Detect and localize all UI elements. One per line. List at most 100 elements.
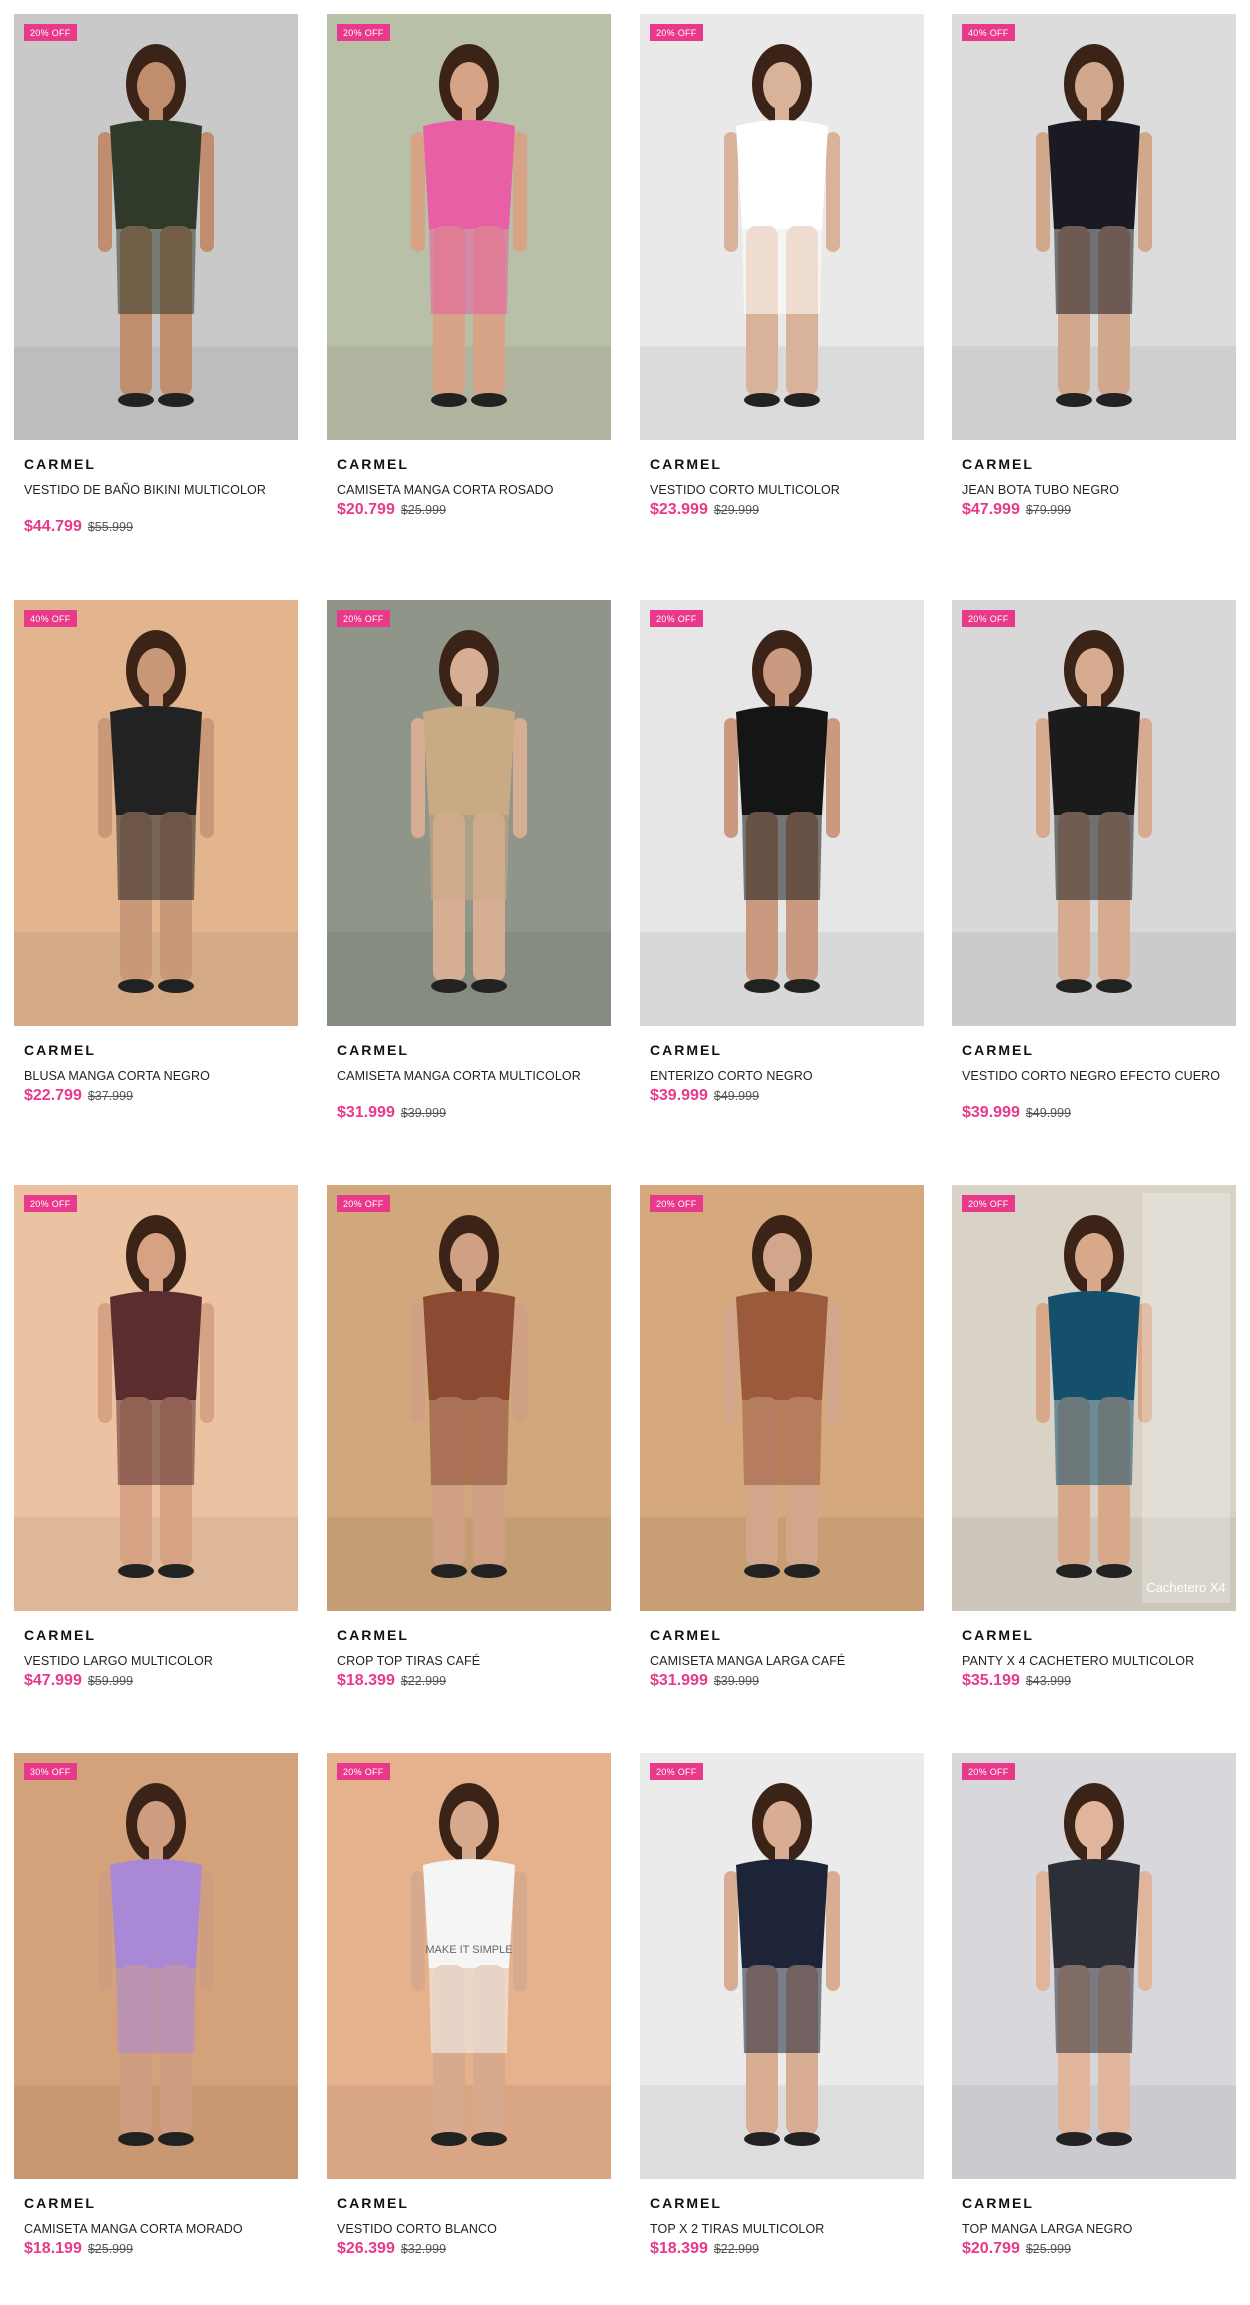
product-name[interactable]: VESTIDO LARGO MULTICOLOR [24, 1653, 288, 1670]
original-price: $25.999 [87, 2242, 134, 2256]
product-image[interactable]: 40% OFF [952, 14, 1236, 440]
product-card[interactable]: 20% OFF CARMEL TOP X 2 TIRAS MULTICOLOR … [640, 1753, 924, 2258]
product-image[interactable]: 20% OFF [14, 14, 298, 440]
product-name[interactable]: VESTIDO CORTO MULTICOLOR [650, 482, 914, 499]
product-name[interactable]: TOP MANGA LARGA NEGRO [962, 2221, 1226, 2238]
product-prices: $31.999 $39.999 [650, 1672, 924, 1690]
product-image[interactable]: 20% OFF [327, 1185, 611, 1611]
product-image[interactable]: 20% OFF [327, 14, 611, 440]
product-image[interactable]: 20% OFF [952, 600, 1236, 1026]
product-brand: CARMEL [24, 1627, 96, 1643]
product-card[interactable]: 20% OFF CARMEL VESTIDO CORTO NEGRO EFECT… [952, 600, 1236, 1122]
product-card[interactable]: 40% OFF CARMEL BLUSA MANGA CORTA NEGRO $… [14, 600, 298, 1105]
product-card[interactable]: 20% OFF CARMEL CAMISETA MANGA CORTA ROSA… [327, 14, 611, 519]
product-card[interactable]: 20% OFF CARMEL CAMISETA MANGA CORTA MULT… [327, 600, 611, 1122]
product-image[interactable]: 30% OFF [14, 1753, 298, 2179]
sale-price: $20.799 [962, 2240, 1020, 2257]
product-image[interactable]: 20% OFF [327, 600, 611, 1026]
product-photo[interactable]: Cachetero X4 [952, 1185, 1236, 1611]
product-photo[interactable] [327, 1185, 611, 1611]
sale-price: $31.999 [650, 1672, 708, 1689]
product-prices: $20.799 $25.999 [337, 501, 611, 519]
product-image[interactable]: Cachetero X4 20% OFF [952, 1185, 1236, 1611]
discount-badge: 20% OFF [337, 610, 390, 627]
original-price: $55.999 [87, 520, 134, 534]
product-photo[interactable] [327, 14, 611, 440]
product-card[interactable]: 20% OFF CARMEL VESTIDO DE BAÑO BIKINI MU… [14, 14, 298, 536]
product-image[interactable]: 20% OFF [14, 1185, 298, 1611]
discount-badge: 40% OFF [24, 610, 77, 627]
product-name[interactable]: CAMISETA MANGA CORTA MULTICOLOR [337, 1068, 601, 1102]
sale-price: $18.199 [24, 2240, 82, 2257]
product-photo[interactable] [640, 14, 924, 440]
product-photo[interactable]: MAKE IT SIMPLE [327, 1753, 611, 2179]
original-price: $37.999 [87, 1089, 134, 1103]
product-name[interactable]: CROP TOP TIRAS CAFÉ [337, 1653, 601, 1670]
product-name[interactable]: CAMISETA MANGA CORTA MORADO [24, 2221, 288, 2238]
product-name[interactable]: VESTIDO CORTO NEGRO EFECTO CUERO [962, 1068, 1226, 1102]
discount-badge: 20% OFF [24, 24, 77, 41]
product-photo[interactable] [640, 1753, 924, 2179]
product-image[interactable]: 20% OFF [640, 1753, 924, 2179]
product-card[interactable]: 40% OFF CARMEL JEAN BOTA TUBO NEGRO $47.… [952, 14, 1236, 519]
product-name[interactable]: CAMISETA MANGA LARGA CAFÉ [650, 1653, 914, 1670]
product-prices: $18.199 $25.999 [24, 2240, 298, 2258]
product-name[interactable]: TOP X 2 TIRAS MULTICOLOR [650, 2221, 914, 2238]
discount-badge: 20% OFF [650, 610, 703, 627]
product-prices: $44.799 $55.999 [24, 518, 298, 536]
sale-price: $39.999 [650, 1087, 708, 1104]
product-name[interactable]: VESTIDO DE BAÑO BIKINI MULTICOLOR [24, 482, 288, 516]
discount-badge: 20% OFF [650, 1763, 703, 1780]
product-card[interactable]: 20% OFF CARMEL TOP MANGA LARGA NEGRO $20… [952, 1753, 1236, 2258]
product-image[interactable]: 40% OFF [14, 600, 298, 1026]
product-photo[interactable] [640, 1185, 924, 1611]
product-image[interactable]: 20% OFF [952, 1753, 1236, 2179]
product-photo[interactable] [952, 600, 1236, 1026]
product-photo[interactable] [14, 14, 298, 440]
product-card[interactable]: 20% OFF CARMEL CAMISETA MANGA LARGA CAFÉ… [640, 1185, 924, 1690]
product-card[interactable]: 30% OFF CARMEL CAMISETA MANGA CORTA MORA… [14, 1753, 298, 2258]
product-card[interactable]: 20% OFF CARMEL ENTERIZO CORTO NEGRO $39.… [640, 600, 924, 1105]
product-name[interactable]: BLUSA MANGA CORTA NEGRO [24, 1068, 288, 1085]
product-card[interactable]: MAKE IT SIMPLE 20% OFF CARMEL VESTIDO CO… [327, 1753, 611, 2258]
product-card[interactable]: 20% OFF CARMEL CROP TOP TIRAS CAFÉ $18.3… [327, 1185, 611, 1690]
product-photo[interactable] [14, 600, 298, 1026]
product-brand: CARMEL [337, 1042, 409, 1058]
product-card[interactable]: 20% OFF CARMEL VESTIDO CORTO MULTICOLOR … [640, 14, 924, 519]
product-prices: $18.399 $22.999 [650, 2240, 924, 2258]
original-price: $49.999 [1025, 1106, 1072, 1120]
product-image[interactable]: MAKE IT SIMPLE 20% OFF [327, 1753, 611, 2179]
product-photo[interactable] [952, 14, 1236, 440]
product-photo[interactable] [14, 1185, 298, 1611]
product-photo[interactable] [952, 1753, 1236, 2179]
product-brand: CARMEL [24, 2195, 96, 2211]
product-image[interactable]: 20% OFF [640, 14, 924, 440]
product-photo[interactable] [14, 1753, 298, 2179]
product-photo[interactable] [640, 600, 924, 1026]
sale-price: $47.999 [24, 1672, 82, 1689]
product-photo[interactable] [327, 600, 611, 1026]
product-card[interactable]: Cachetero X4 20% OFF CARMEL PANTY X 4 CA… [952, 1185, 1236, 1690]
product-name[interactable]: ENTERIZO CORTO NEGRO [650, 1068, 914, 1085]
sale-price: $31.999 [337, 1104, 395, 1121]
product-image[interactable]: 20% OFF [640, 1185, 924, 1611]
sale-price: $22.799 [24, 1087, 82, 1104]
product-prices: $23.999 $29.999 [650, 501, 924, 519]
sale-price: $23.999 [650, 501, 708, 518]
product-prices: $39.999 $49.999 [650, 1087, 924, 1105]
discount-badge: 30% OFF [24, 1763, 77, 1780]
sale-price: $35.199 [962, 1672, 1020, 1689]
product-card[interactable]: 20% OFF CARMEL VESTIDO LARGO MULTICOLOR … [14, 1185, 298, 1690]
sale-price: $44.799 [24, 518, 82, 535]
original-price: $59.999 [87, 1674, 134, 1688]
original-price: $32.999 [400, 2242, 447, 2256]
product-name[interactable]: JEAN BOTA TUBO NEGRO [962, 482, 1226, 499]
product-image[interactable]: 20% OFF [640, 600, 924, 1026]
product-name[interactable]: CAMISETA MANGA CORTA ROSADO [337, 482, 601, 499]
product-prices: $22.799 $37.999 [24, 1087, 298, 1105]
sale-price: $20.799 [337, 501, 395, 518]
sale-price: $47.999 [962, 501, 1020, 518]
product-name[interactable]: VESTIDO CORTO BLANCO [337, 2221, 601, 2238]
product-prices: $47.999 $59.999 [24, 1672, 298, 1690]
product-name[interactable]: PANTY X 4 CACHETERO MULTICOLOR [962, 1653, 1226, 1670]
